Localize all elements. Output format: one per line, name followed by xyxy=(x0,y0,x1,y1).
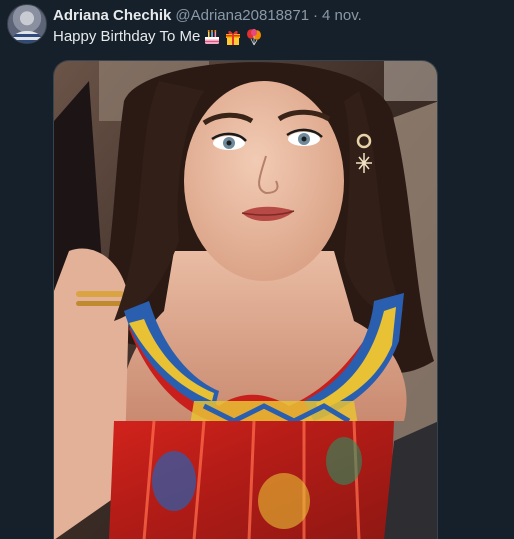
author-handle[interactable]: @Adriana20818871 xyxy=(175,7,309,25)
tweet-text-content: Happy Birthday To Me xyxy=(53,28,201,45)
tweet-text: Happy Birthday To Me xyxy=(53,28,263,46)
header-separator: · xyxy=(313,7,319,24)
avatar-person-icon xyxy=(12,31,42,43)
tweet-timestamp[interactable]: 4 nov. xyxy=(322,7,362,25)
tweet[interactable]: Adriana Chechik @Adriana20818871 · 4 nov… xyxy=(0,0,514,539)
tweet-header: Adriana Chechik @Adriana20818871 · 4 nov… xyxy=(53,7,362,25)
tweet-photo[interactable] xyxy=(53,60,438,539)
author-name[interactable]: Adriana Chechik xyxy=(53,7,171,25)
balloon-emoji xyxy=(245,28,263,46)
wrapped-gift-emoji xyxy=(224,28,242,46)
birthday-cake-emoji xyxy=(203,28,221,46)
selfie-photo-illustration xyxy=(54,61,437,539)
author-avatar[interactable] xyxy=(7,4,47,44)
